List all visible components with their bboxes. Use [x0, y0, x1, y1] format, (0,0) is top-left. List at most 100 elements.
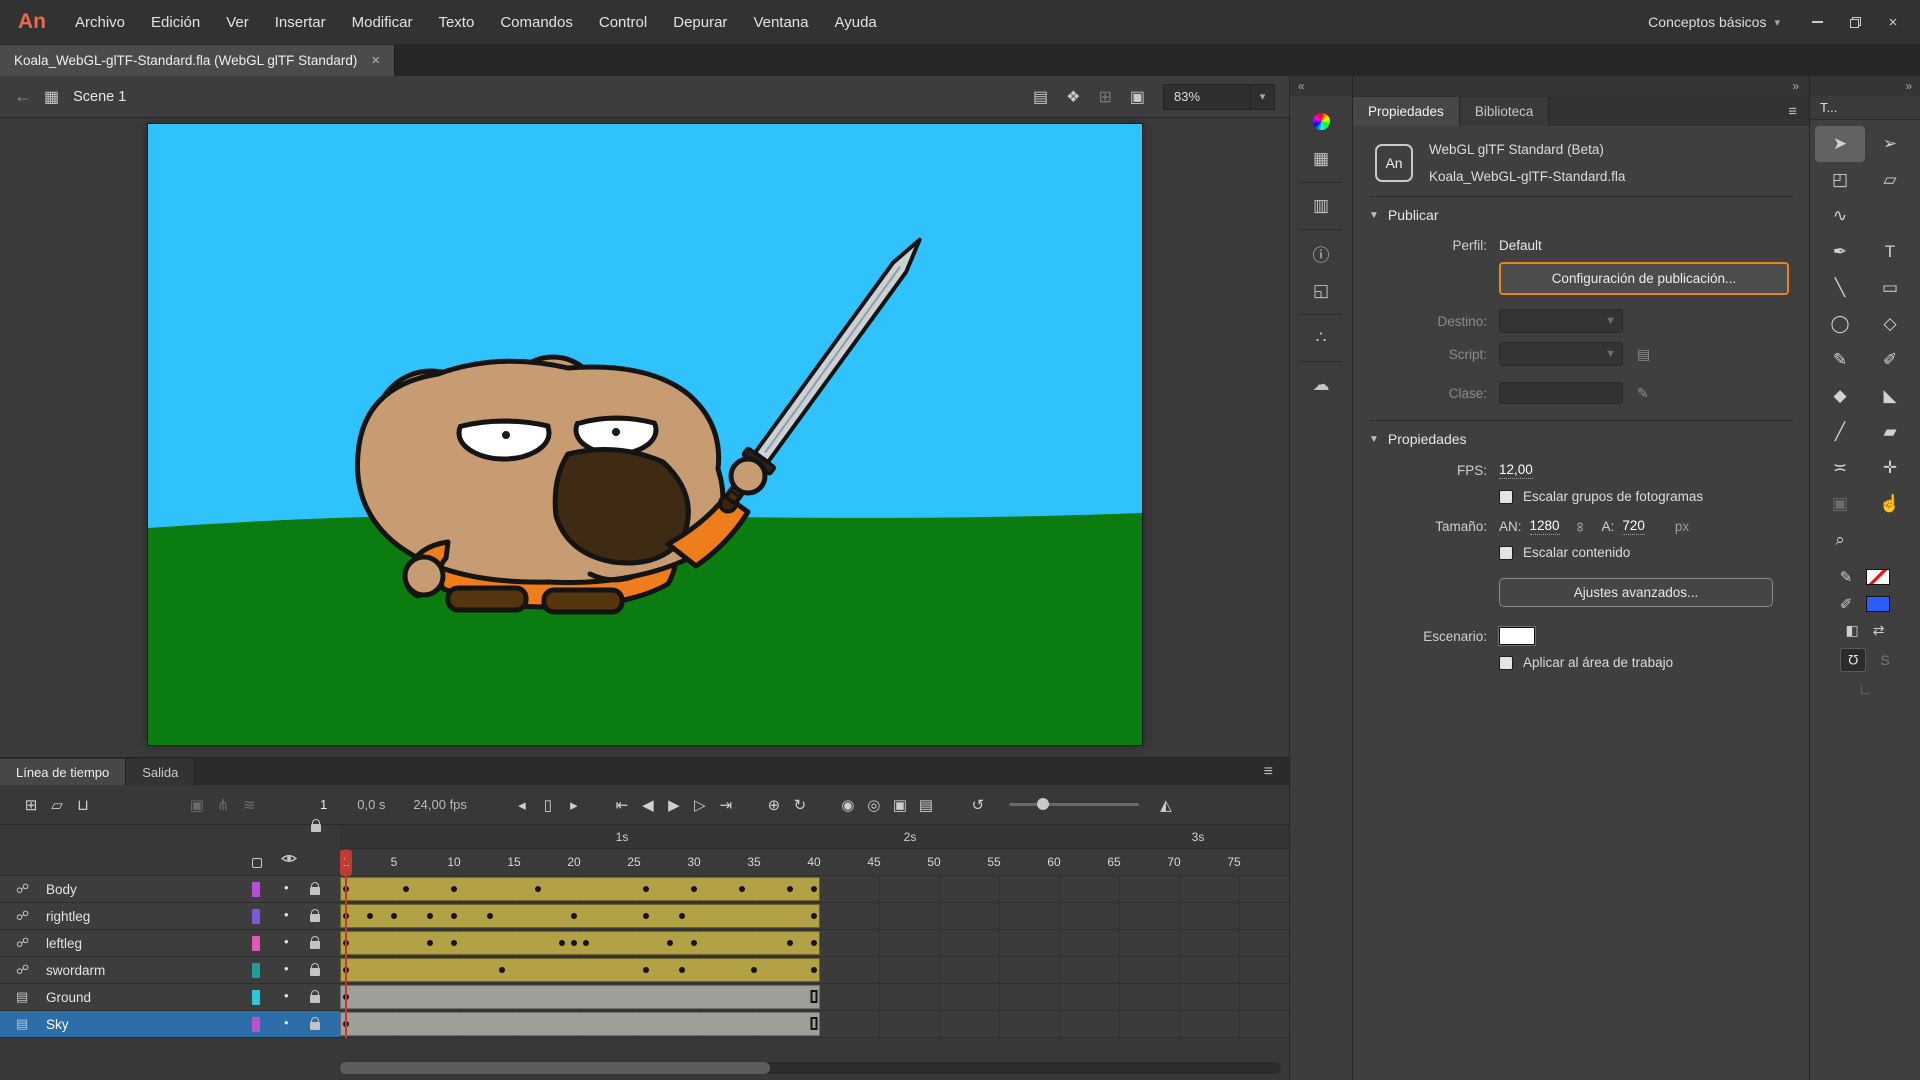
- eye-icon[interactable]: [280, 851, 298, 869]
- zoom-tool[interactable]: ⌕: [1815, 522, 1865, 558]
- camera-tool[interactable]: ▣: [1815, 486, 1865, 522]
- polystar-tool[interactable]: ◇: [1865, 306, 1915, 342]
- layer-outline-swatch[interactable]: [252, 909, 260, 924]
- edit-multiple-frames-button[interactable]: ▣: [887, 796, 913, 814]
- selection-tool[interactable]: ➤: [1815, 126, 1865, 162]
- layer-lock-icon[interactable]: [310, 1017, 320, 1030]
- publish-section-header[interactable]: ▼ Publicar: [1369, 196, 1793, 229]
- clip-content-icon[interactable]: ▣: [1130, 87, 1145, 107]
- scale-content-checkbox[interactable]: [1499, 545, 1513, 560]
- frame-row-leftleg[interactable]: [340, 930, 1289, 957]
- frame-span[interactable]: [340, 877, 820, 901]
- frame-span[interactable]: [340, 1012, 820, 1036]
- snap-to-objects-button[interactable]: Ω: [1840, 648, 1867, 672]
- frame-rate-value[interactable]: 24,00 fps: [413, 797, 467, 812]
- edit-scene-icon[interactable]: ▤: [1033, 87, 1048, 107]
- show-parenting-button[interactable]: ⋔: [210, 796, 236, 814]
- go-last-frame-button[interactable]: ⇥: [713, 796, 739, 814]
- new-layer-button[interactable]: ⊞: [18, 796, 44, 814]
- stage-grid-icon[interactable]: ⊞: [1098, 87, 1111, 107]
- stage-color-swatch[interactable]: [1498, 626, 1536, 646]
- timeline-zoom-knob[interactable]: [1036, 798, 1049, 810]
- menu-archivo[interactable]: Archivo: [62, 14, 138, 31]
- publish-settings-button[interactable]: Configuración de publicación...: [1499, 262, 1789, 295]
- frame-span[interactable]: [340, 985, 820, 1009]
- previous-frame-button[interactable]: ◀: [635, 796, 661, 814]
- cc-libraries-panel-icon[interactable]: ☁: [1290, 366, 1352, 404]
- timeline-zoom-fit-button[interactable]: ◭: [1153, 796, 1179, 814]
- layer-row-ground[interactable]: ▤ Ground •: [0, 984, 340, 1011]
- outline-column-icon[interactable]: [252, 858, 262, 868]
- timeline-menu-icon[interactable]: ≡: [1264, 763, 1273, 781]
- onion-skin-outlines-button[interactable]: ◎: [861, 796, 887, 814]
- step-forward-button[interactable]: ▸: [561, 796, 587, 814]
- frame-row-ground[interactable]: [340, 984, 1289, 1011]
- stage-canvas[interactable]: [147, 123, 1143, 746]
- menu-comandos[interactable]: Comandos: [487, 14, 586, 31]
- transform-panel-icon[interactable]: ◱: [1290, 272, 1352, 310]
- menu-insertar[interactable]: Insertar: [262, 14, 339, 31]
- layer-depth-button[interactable]: ≋: [236, 796, 262, 814]
- menu-edición[interactable]: Edición: [138, 14, 213, 31]
- layer-visibility-dot[interactable]: •: [284, 961, 289, 976]
- align-panel-icon[interactable]: ▥: [1290, 187, 1352, 225]
- edit-symbols-icon[interactable]: ❖: [1066, 87, 1080, 107]
- layer-outline-swatch[interactable]: [252, 936, 260, 951]
- link-dimensions-icon[interactable]: ∞: [1573, 522, 1589, 532]
- layer-outline-swatch[interactable]: [252, 963, 260, 978]
- layer-visibility-dot[interactable]: •: [284, 934, 289, 949]
- brush-tool[interactable]: ✐: [1865, 342, 1915, 378]
- menu-texto[interactable]: Texto: [425, 14, 487, 31]
- subselection-tool[interactable]: ➢: [1865, 126, 1915, 162]
- width-value[interactable]: 1280: [1529, 518, 1560, 535]
- apply-workspace-checkbox[interactable]: [1499, 655, 1513, 670]
- properties-menu-icon[interactable]: ≡: [1788, 103, 1797, 120]
- timeline-horizontal-scrollbar[interactable]: [340, 1062, 1281, 1074]
- free-transform-tool[interactable]: ◰: [1815, 162, 1865, 198]
- width-tool[interactable]: ≍: [1815, 450, 1865, 486]
- layer-lock-icon[interactable]: [310, 990, 320, 1003]
- oval-tool[interactable]: ◯: [1815, 306, 1865, 342]
- onion-skin-button[interactable]: ◉: [835, 796, 861, 814]
- color-panel-icon[interactable]: [1290, 102, 1352, 140]
- tab-salida[interactable]: Salida: [126, 759, 196, 785]
- scene-name[interactable]: Scene 1: [73, 89, 126, 105]
- frame-span[interactable]: [340, 904, 820, 928]
- layer-outline-swatch[interactable]: [252, 990, 260, 1005]
- frame-span[interactable]: [340, 931, 820, 955]
- tools-dock-header[interactable]: »: [1810, 76, 1920, 96]
- layer-visibility-dot[interactable]: •: [284, 1015, 289, 1030]
- frame-span[interactable]: [340, 958, 820, 982]
- current-frame-value[interactable]: 1: [320, 797, 327, 812]
- line-tool[interactable]: ╲: [1815, 270, 1865, 306]
- frame-ruler[interactable]: 151015202530354045505560657075: [340, 849, 1289, 876]
- collapse-right-icon[interactable]: »: [1792, 79, 1799, 93]
- next-frame-button[interactable]: ▷: [687, 796, 713, 814]
- eyedropper-tool[interactable]: ╱: [1815, 414, 1865, 450]
- script-dropdown[interactable]: ▼: [1499, 342, 1623, 366]
- layer-outline-swatch[interactable]: [252, 882, 260, 897]
- scrollbar-thumb[interactable]: [340, 1062, 770, 1074]
- add-camera-button[interactable]: ▣: [184, 796, 210, 814]
- frame-row-sky[interactable]: [340, 1011, 1289, 1038]
- layer-outline-swatch[interactable]: [252, 1017, 260, 1032]
- layer-row-sky[interactable]: ▤ Sky •: [0, 1011, 340, 1038]
- dock-collapse-header[interactable]: «: [1290, 76, 1352, 96]
- target-dropdown[interactable]: ▼: [1499, 309, 1623, 333]
- edit-class-icon[interactable]: ✎: [1637, 385, 1649, 402]
- frame-row-rightleg[interactable]: [340, 903, 1289, 930]
- playhead-line[interactable]: [345, 849, 347, 1038]
- zoom-caret-icon[interactable]: ▾: [1250, 84, 1274, 109]
- menu-control[interactable]: Control: [586, 14, 660, 31]
- tab-close-icon[interactable]: ×: [371, 52, 380, 69]
- snap-align-icon[interactable]: ∟: [1858, 681, 1872, 697]
- class-input[interactable]: [1499, 382, 1623, 404]
- layer-lock-icon[interactable]: [310, 936, 320, 949]
- stroke-color-swatch[interactable]: [1866, 569, 1891, 585]
- menu-depurar[interactable]: Depurar: [660, 14, 740, 31]
- go-first-frame-button[interactable]: ⇤: [609, 796, 635, 814]
- reset-timeline-zoom-button[interactable]: ↺: [965, 796, 991, 814]
- layer-lock-icon[interactable]: [310, 882, 320, 895]
- advanced-settings-button[interactable]: Ajustes avanzados...: [1499, 578, 1773, 607]
- minimize-button[interactable]: [1798, 8, 1836, 36]
